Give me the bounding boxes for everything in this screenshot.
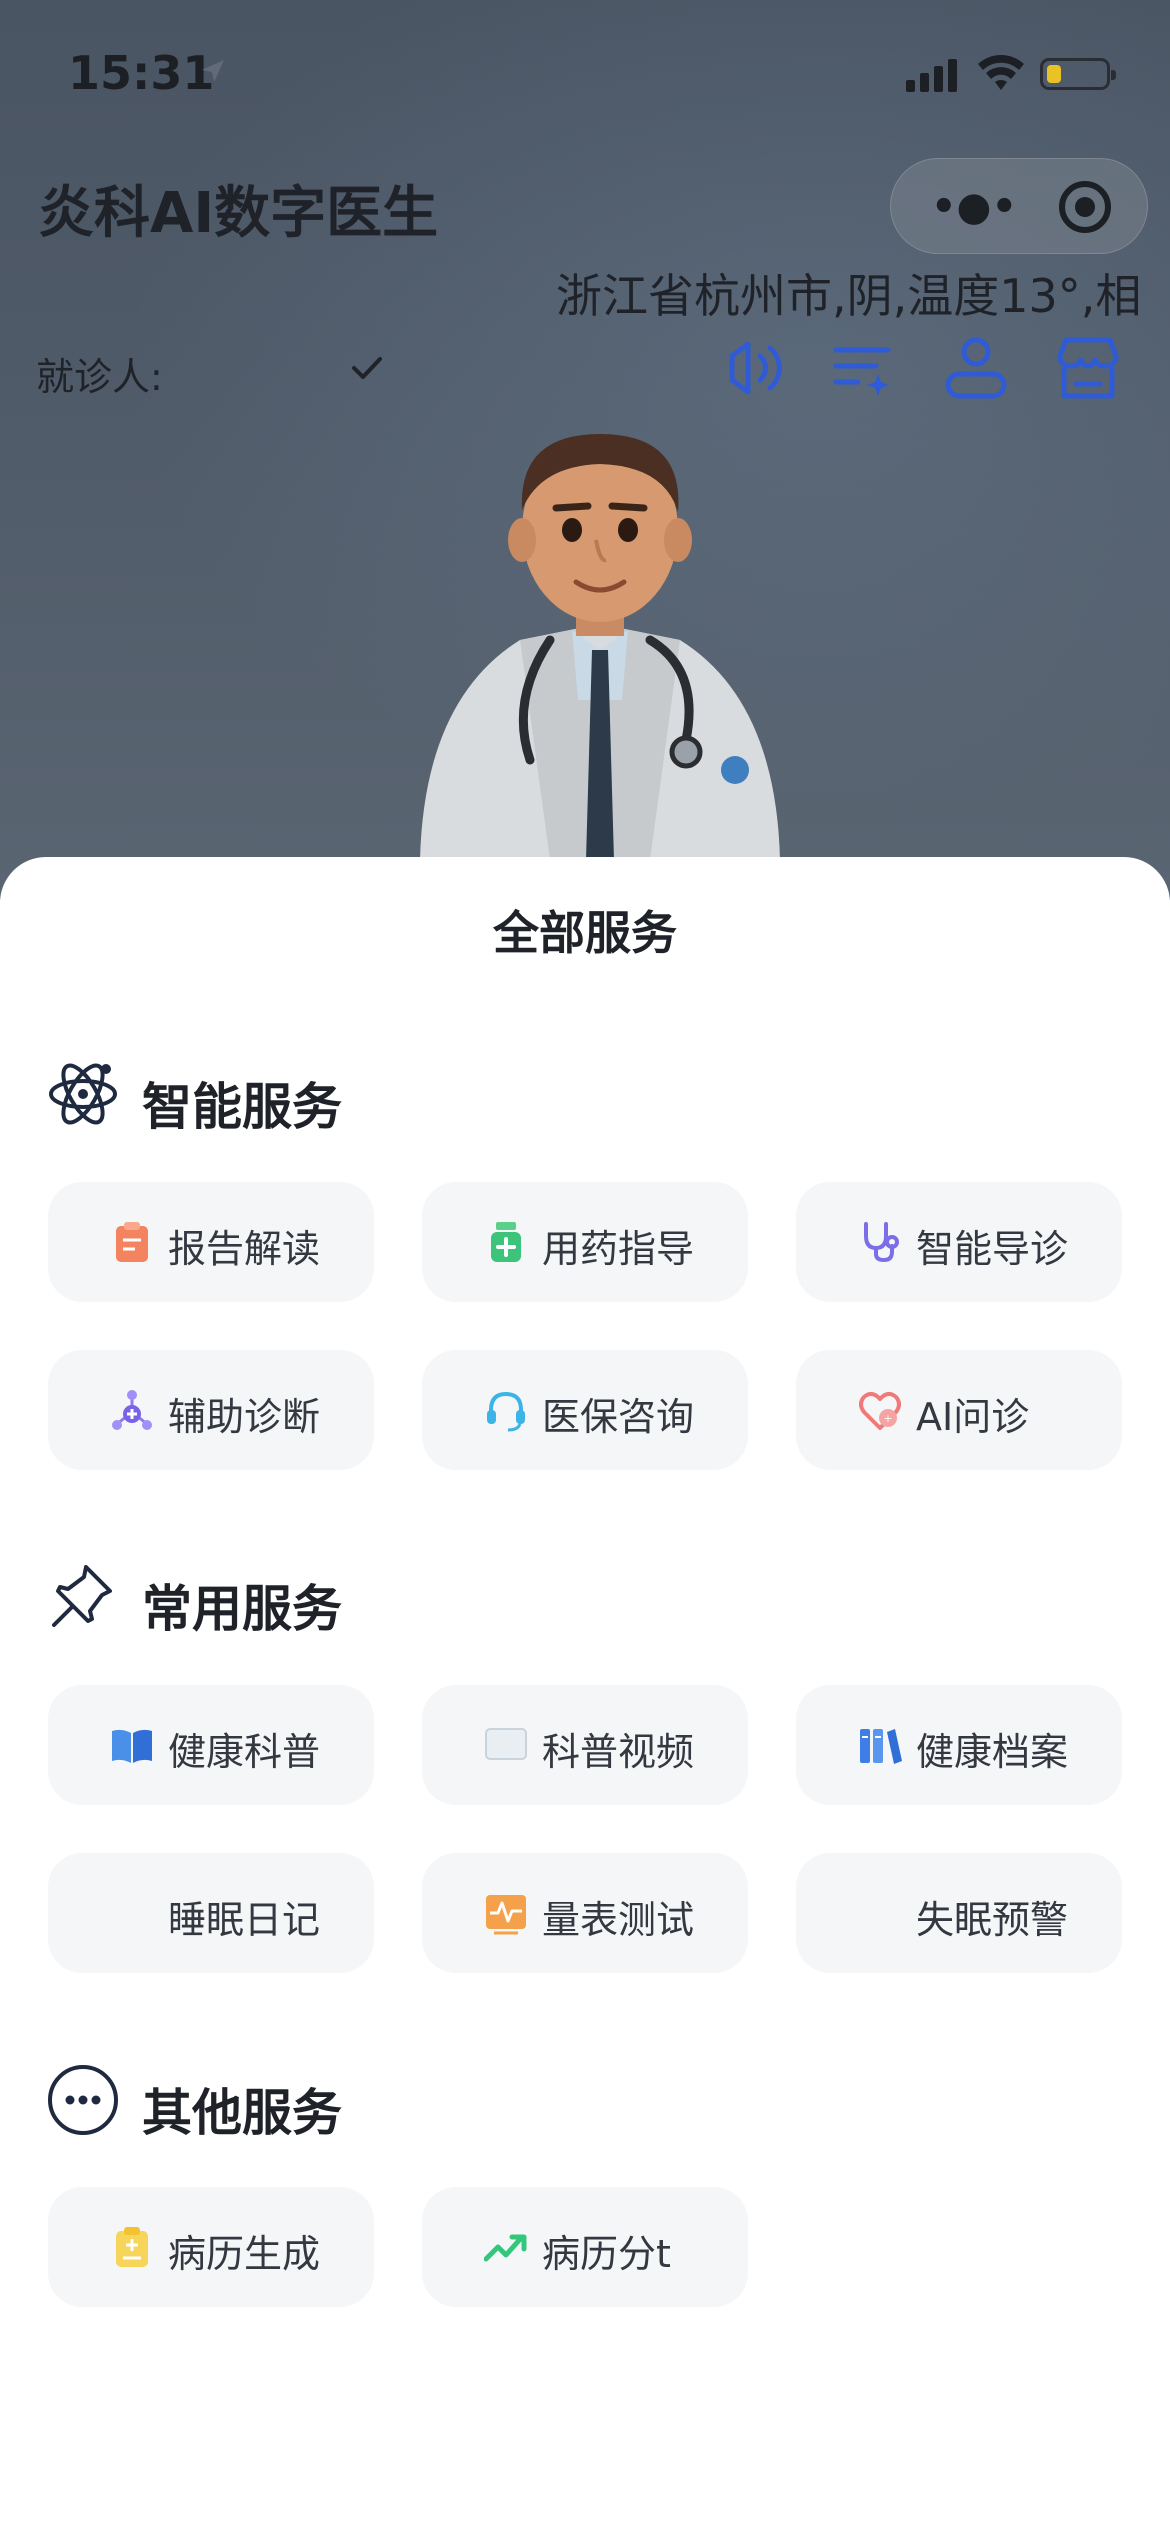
service-label: 量表测试 — [542, 1898, 695, 1942]
sheet-title: 全部服务 — [493, 906, 677, 960]
pulse-chart-icon — [486, 1895, 526, 1935]
video-icon — [485, 1728, 527, 1760]
app-title: 炎科AI数字医生 — [38, 181, 439, 246]
weather-info: 浙江省杭州市,阴,温度13°,相 — [556, 269, 1142, 323]
service-report-reading[interactable]: 报告解读 — [48, 1182, 374, 1302]
section-label: 常用服务 — [142, 1580, 342, 1638]
books-icon — [860, 1729, 902, 1764]
service-label: 用药指导 — [542, 1227, 695, 1271]
speaker-icon[interactable] — [718, 332, 790, 404]
pushpin-icon — [52, 1565, 112, 1627]
service-medication-guide[interactable]: 用药指导 — [422, 1182, 748, 1302]
service-label: 健康科普 — [168, 1730, 321, 1774]
service-sleep-diary[interactable]: 睡眠日记 — [48, 1853, 374, 1973]
service-health-education[interactable]: 健康科普 — [48, 1685, 374, 1805]
all-services-sheet: 全部服务 智能服务 报告解读 用药指导 智能导诊 辅助诊断 医保咨询 + AI问… — [0, 857, 1170, 2532]
service-insurance-consult[interactable]: 医保咨询 — [422, 1350, 748, 1470]
service-label: 辅助诊断 — [168, 1395, 321, 1439]
medical-record-icon — [116, 2227, 148, 2267]
medicine-bottle-icon — [491, 1222, 521, 1262]
heart-chat-icon: + — [859, 1392, 901, 1430]
status-time: 15:31 — [68, 46, 215, 100]
section-label: 智能服务 — [142, 1078, 342, 1136]
report-clipboard-icon — [116, 1222, 148, 1262]
atom-icon — [49, 1063, 117, 1125]
more-circle-icon — [48, 2065, 118, 2135]
service-education-video[interactable]: 科普视频 — [422, 1685, 748, 1805]
open-book-icon — [112, 1729, 152, 1763]
service-health-record[interactable]: 健康档案 — [796, 1685, 1122, 1805]
service-label: 智能导诊 — [916, 1227, 1069, 1271]
wifi-icon — [978, 55, 1024, 90]
battery-level — [1047, 65, 1061, 83]
edit-list-icon[interactable] — [828, 332, 900, 404]
service-label: AI问诊 — [916, 1395, 1030, 1439]
service-smart-triage[interactable]: 智能导诊 — [796, 1182, 1122, 1302]
trend-up-icon — [484, 2234, 527, 2262]
stethoscope-icon — [864, 1222, 899, 1263]
section-label: 其他服务 — [142, 2084, 342, 2142]
more-dots-icon[interactable]: •●• — [929, 185, 1019, 229]
mini-program-capsule: •●• — [890, 158, 1148, 254]
status-bar: 15:31 — [0, 0, 1170, 150]
service-label: 病历分⁠t — [542, 2232, 671, 2276]
service-label: 失眠预警 — [916, 1898, 1069, 1942]
service-record-generation[interactable]: 病历生成 — [48, 2187, 374, 2307]
patient-label[interactable]: 就诊人: — [36, 346, 163, 401]
service-scale-test[interactable]: 量表测试 — [422, 1853, 748, 1973]
service-insomnia-alert[interactable]: 失眠预警 — [796, 1853, 1122, 1973]
doctor-avatar — [420, 434, 780, 860]
service-label: 病历生成 — [168, 2232, 321, 2276]
service-label: 报告解读 — [168, 1227, 321, 1271]
battery-icon — [1040, 58, 1116, 90]
store-icon[interactable] — [1052, 332, 1124, 404]
service-label: 医保咨询 — [542, 1395, 695, 1439]
check-icon[interactable] — [350, 354, 384, 382]
service-label: 科普视频 — [542, 1730, 695, 1774]
service-record-analysis[interactable]: 病历分⁠t — [422, 2187, 748, 2307]
headset-icon — [487, 1391, 525, 1432]
cellular-signal-icon — [906, 58, 958, 92]
target-circle-icon[interactable] — [1059, 181, 1111, 233]
molecule-icon — [112, 1390, 152, 1430]
service-ai-consultation[interactable]: + AI问诊 — [796, 1350, 1122, 1470]
service-label: 睡眠日记 — [168, 1898, 321, 1942]
user-icon[interactable] — [940, 332, 1012, 404]
service-assisted-diagnosis[interactable]: 辅助诊断 — [48, 1350, 374, 1470]
service-label: 健康档案 — [916, 1730, 1069, 1774]
svg-text:+: + — [883, 1412, 892, 1425]
